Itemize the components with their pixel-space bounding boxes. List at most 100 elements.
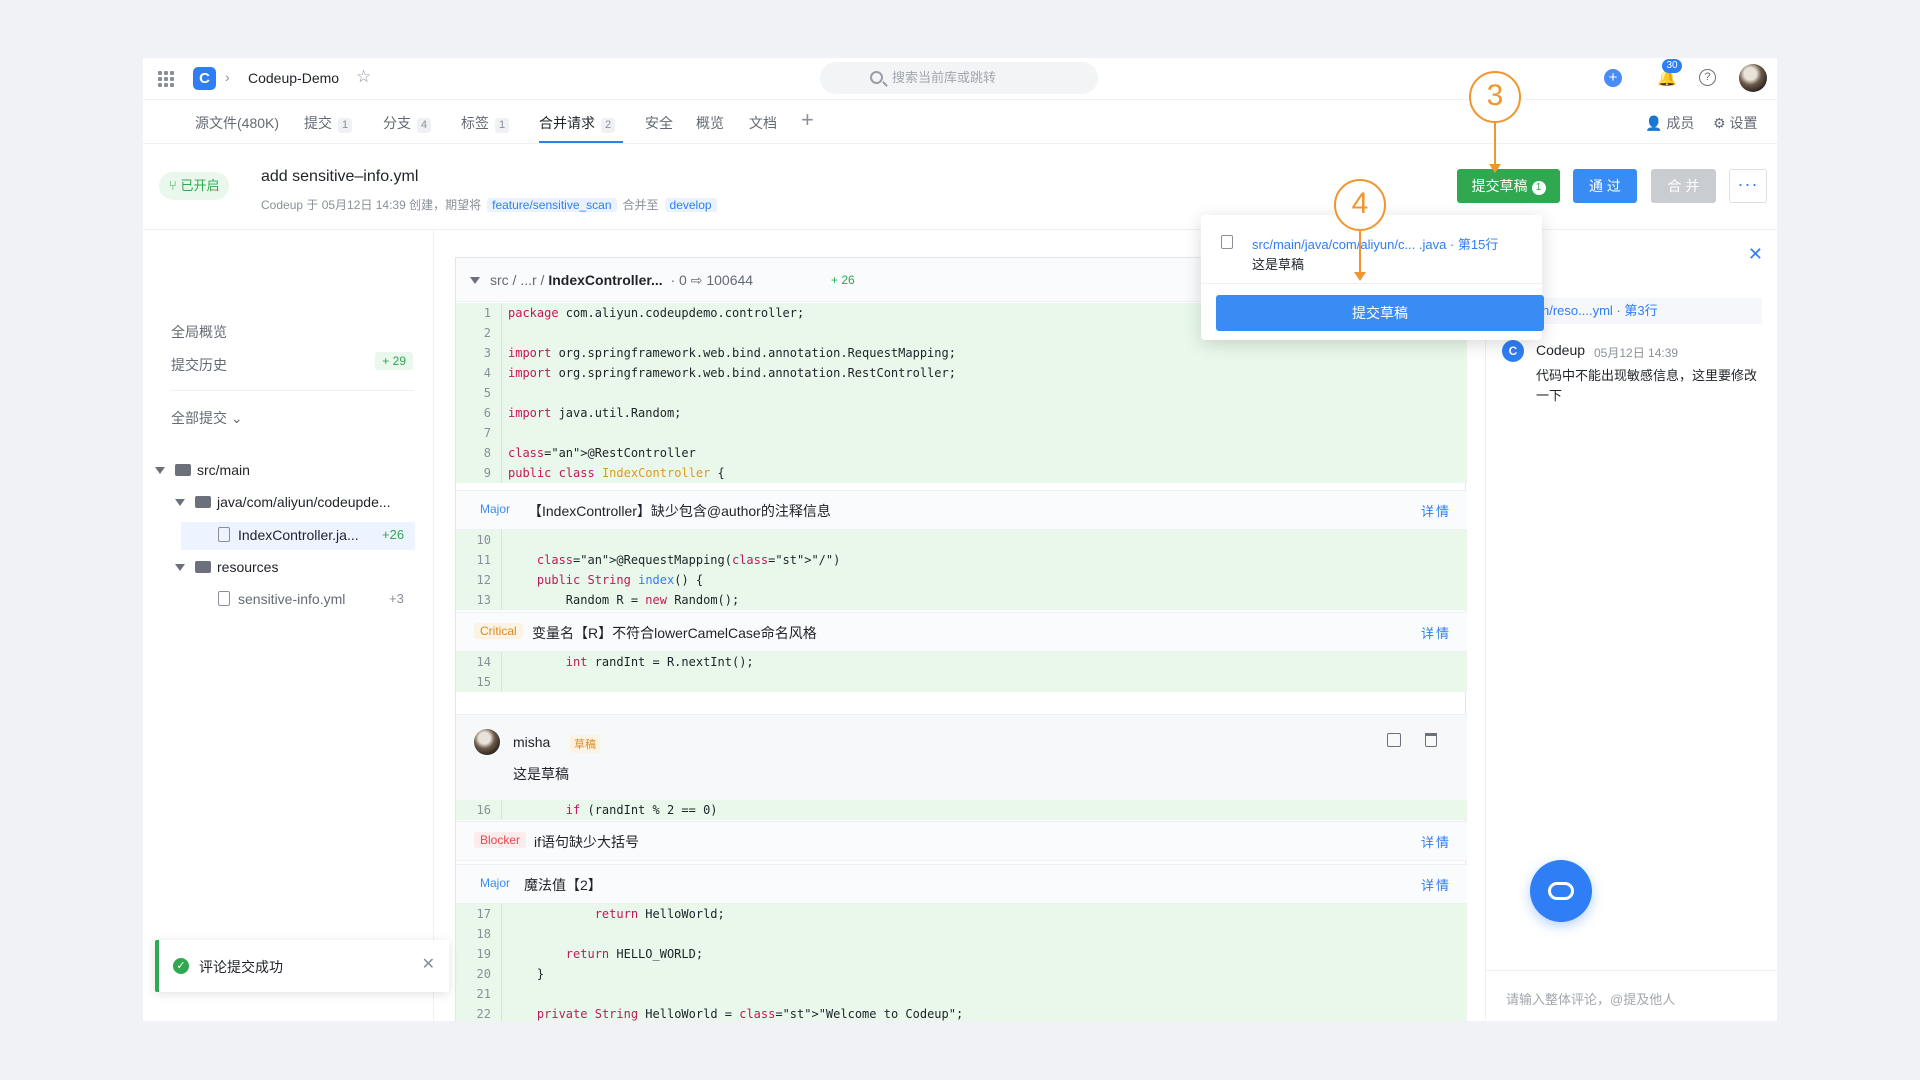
line-number[interactable]: 10 xyxy=(456,530,502,550)
callout-arrow-line xyxy=(1359,231,1361,275)
tab-branches[interactable]: 分支 4 xyxy=(383,113,432,133)
code-text: import org.springframework.web.bind.anno… xyxy=(508,366,956,380)
line-number[interactable]: 18 xyxy=(456,924,502,944)
code-line: 17 return HelloWorld; xyxy=(456,904,1467,924)
code-line: 21 xyxy=(456,984,1467,1004)
nav-history[interactable]: 提交历史 xyxy=(171,355,227,375)
code-text: } xyxy=(508,967,545,981)
members-link[interactable]: 👤 成员 xyxy=(1645,113,1694,133)
line-number[interactable]: 21 xyxy=(456,984,502,1004)
line-number[interactable]: 7 xyxy=(456,423,502,443)
line-number[interactable]: 13 xyxy=(456,590,502,610)
tree-file-indexcontroller[interactable]: IndexController.ja... xyxy=(218,522,359,548)
tab-security[interactable]: 安全 xyxy=(645,113,673,133)
star-icon[interactable]: ☆ xyxy=(356,67,371,87)
line-number[interactable]: 16 xyxy=(456,800,502,820)
nav-overview[interactable]: 全局概览 xyxy=(171,322,227,342)
comment-author: misha xyxy=(513,734,551,750)
draft-tag: 草稿 xyxy=(570,735,600,753)
merge-button[interactable]: 合 并 xyxy=(1651,169,1716,203)
code-line: 6 import java.util.Random; xyxy=(456,403,1467,423)
chat-button[interactable] xyxy=(1530,860,1592,922)
divider xyxy=(171,390,414,391)
callout-arrow-line xyxy=(1494,123,1496,168)
help-icon[interactable]: ? xyxy=(1699,69,1716,86)
line-number[interactable]: 6 xyxy=(456,403,502,423)
all-commits-select[interactable]: 全部提交 ⌄ xyxy=(171,408,243,428)
line-number[interactable]: 14 xyxy=(456,652,502,672)
trash-icon[interactable] xyxy=(1425,733,1437,747)
line-number[interactable]: 3 xyxy=(456,343,502,363)
line-number[interactable]: 20 xyxy=(456,964,502,984)
tab-docs[interactable]: 文档 xyxy=(749,113,777,133)
line-number[interactable]: 4 xyxy=(456,363,502,383)
overall-comment-input[interactable]: 请输入整体评论，@提及他人 xyxy=(1486,970,1777,1021)
approve-button[interactable]: 通 过 xyxy=(1573,169,1637,203)
draft-file-link[interactable]: src/main/java/com/aliyun/c... .java · 第1… xyxy=(1252,234,1498,253)
code-text: public String index() { xyxy=(536,573,704,587)
issue-row: Critical 变量名【R】不符合lowerCamelCase命名风格 详情 xyxy=(456,612,1467,652)
add-tab-icon[interactable]: + xyxy=(801,107,814,133)
comment-file-ref[interactable]: n/reso....yml · 第3行 xyxy=(1542,298,1762,324)
code-line: 22 private String HelloWorld = class="st… xyxy=(456,1004,1467,1021)
caret-down-icon[interactable] xyxy=(470,272,480,288)
tree-folder-resources[interactable]: resources xyxy=(175,554,278,580)
comments-panel: ✕ n/reso....yml · 第3行 C Codeup 05月12日 14… xyxy=(1485,230,1777,1021)
line-number[interactable]: 2 xyxy=(456,323,502,343)
tab-merge-requests[interactable]: 合并请求 2 xyxy=(539,113,616,133)
codeup-logo[interactable]: C xyxy=(193,67,216,90)
user-avatar[interactable] xyxy=(1739,64,1767,92)
code-line: 14 int randInt = R.nextInt(); xyxy=(456,652,1467,672)
detail-link[interactable]: 详情 xyxy=(1421,875,1451,894)
issue-text: 变量名【R】不符合lowerCamelCase命名风格 xyxy=(532,625,817,641)
target-branch[interactable]: develop xyxy=(664,198,717,212)
chat-icon xyxy=(1548,882,1574,900)
line-number[interactable]: 15 xyxy=(456,672,502,692)
detail-link[interactable]: 详情 xyxy=(1421,501,1451,520)
repo-name[interactable]: Codeup-Demo xyxy=(248,70,339,86)
close-icon[interactable]: ✕ xyxy=(1748,244,1763,265)
tree-file-sensitive-info[interactable]: sensitive-info.yml xyxy=(218,586,345,612)
tab-label: 概览 xyxy=(696,115,724,131)
active-tab-indicator xyxy=(539,141,623,143)
settings-link[interactable]: ⚙ 设置 xyxy=(1713,113,1757,133)
line-number[interactable]: 19 xyxy=(456,944,502,964)
search-input[interactable]: 搜索当前库或跳转 xyxy=(820,62,1098,94)
close-icon[interactable]: ✕ xyxy=(422,954,435,974)
line-number[interactable]: 17 xyxy=(456,904,502,924)
comment-time: 05月12日 14:39 xyxy=(1594,346,1679,360)
tab-source[interactable]: 源文件(480K) xyxy=(195,113,279,133)
draft-count-badge: 1 xyxy=(1531,181,1546,195)
detail-link[interactable]: 详情 xyxy=(1421,623,1451,642)
divider xyxy=(1201,283,1542,284)
more-button[interactable]: ··· xyxy=(1729,169,1767,203)
draft-text: 这是草稿 xyxy=(1252,257,1305,272)
code-line: 12 public String index() { xyxy=(456,570,1467,590)
line-number[interactable]: 11 xyxy=(456,550,502,570)
tab-commits[interactable]: 提交 1 xyxy=(304,113,353,133)
app-grid-icon[interactable] xyxy=(156,69,174,87)
popover-submit-draft-button[interactable]: 提交草稿 xyxy=(1216,295,1544,331)
source-branch[interactable]: feature/sensitive_scan xyxy=(487,198,617,212)
add-icon[interactable]: + xyxy=(1604,69,1622,87)
edit-icon[interactable] xyxy=(1387,733,1401,747)
tree-folder-java[interactable]: java/com/aliyun/codeupde... xyxy=(175,489,391,515)
tab-label: 合并请求 xyxy=(539,115,595,131)
line-number[interactable]: 9 xyxy=(456,463,502,483)
code-text: class="an">@RestController xyxy=(508,446,696,460)
code-line: 3 import org.springframework.web.bind.ann… xyxy=(456,343,1467,363)
file-icon xyxy=(218,591,230,606)
tree-folder-src-main[interactable]: src/main xyxy=(155,457,250,483)
submit-draft-button[interactable]: 提交草稿 1 xyxy=(1457,169,1560,203)
line-number[interactable]: 12 xyxy=(456,570,502,590)
diff-file-path[interactable]: src / ...r / IndexController... · 0 ⇨ 10… xyxy=(490,272,753,289)
tab-overview[interactable]: 概览 xyxy=(696,113,724,133)
tree-label: src/main xyxy=(197,462,250,478)
line-number[interactable]: 5 xyxy=(456,383,502,403)
line-number[interactable]: 8 xyxy=(456,443,502,463)
detail-link[interactable]: 详情 xyxy=(1421,832,1451,851)
line-number[interactable]: 1 xyxy=(456,303,502,323)
line-number[interactable]: 22 xyxy=(456,1004,502,1021)
tab-tags[interactable]: 标签 1 xyxy=(461,113,510,133)
callout-step-4: 4 xyxy=(1334,179,1386,231)
